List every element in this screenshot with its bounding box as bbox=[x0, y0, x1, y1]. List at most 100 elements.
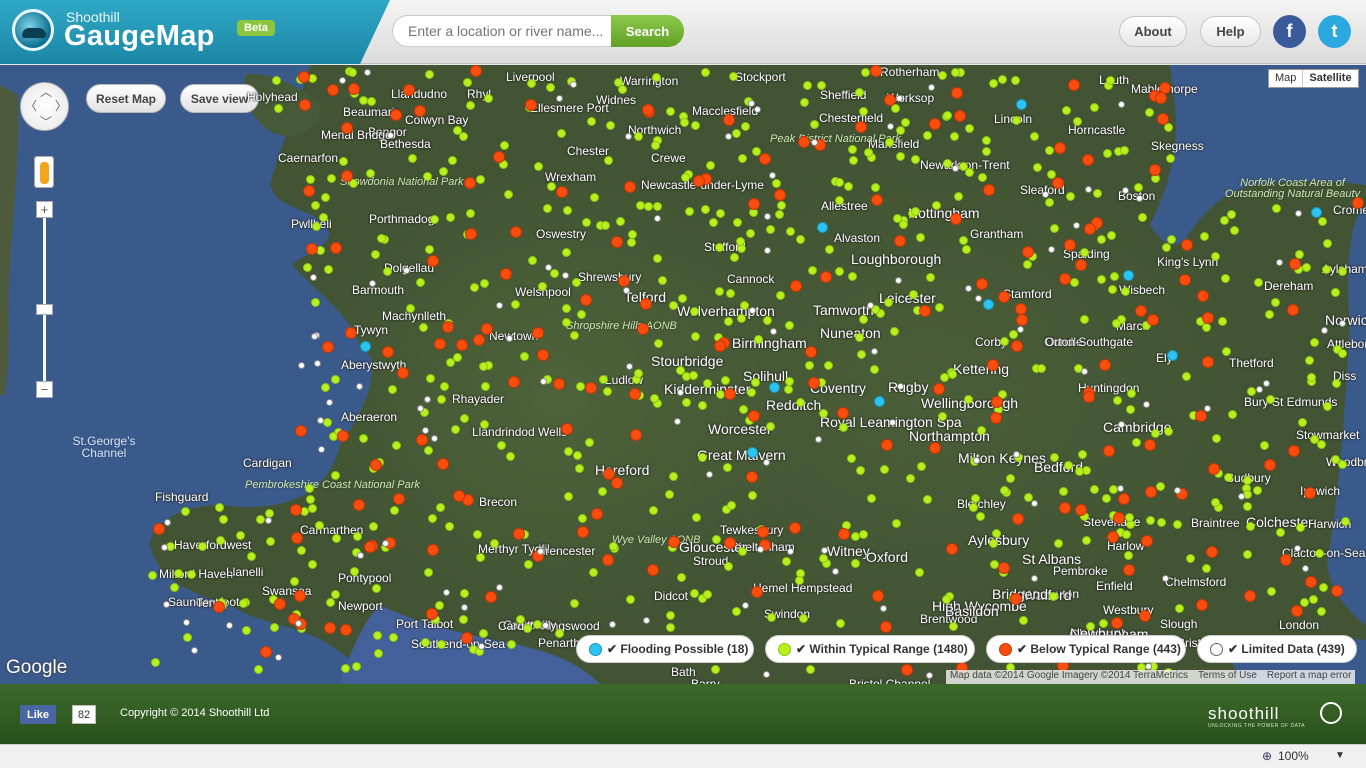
gauge-marker-white[interactable] bbox=[163, 601, 170, 608]
gauge-marker-orange[interactable] bbox=[1280, 554, 1292, 566]
gauge-marker-white[interactable] bbox=[357, 552, 364, 559]
gauge-marker-green[interactable] bbox=[174, 569, 183, 578]
gauge-marker-green[interactable] bbox=[1045, 146, 1054, 155]
street-view-pegman-icon[interactable] bbox=[34, 156, 54, 188]
gauge-marker-green[interactable] bbox=[557, 129, 566, 138]
gauge-marker-green[interactable] bbox=[685, 207, 694, 216]
gauge-marker-white[interactable] bbox=[1339, 320, 1346, 327]
gauge-marker-green[interactable] bbox=[332, 534, 341, 543]
gauge-marker-green[interactable] bbox=[689, 371, 698, 380]
gauge-marker-green[interactable] bbox=[737, 314, 746, 323]
gauge-marker-orange[interactable] bbox=[290, 504, 302, 516]
gauge-marker-white[interactable] bbox=[298, 362, 305, 369]
gauge-marker-green[interactable] bbox=[609, 542, 618, 551]
gauge-marker-white[interactable] bbox=[417, 405, 424, 412]
gauge-marker-white[interactable] bbox=[871, 348, 878, 355]
gauge-marker-green[interactable] bbox=[266, 537, 275, 546]
gauge-marker-green[interactable] bbox=[148, 571, 157, 580]
gauge-marker-green[interactable] bbox=[219, 515, 228, 524]
gauge-marker-white[interactable] bbox=[364, 69, 371, 76]
gauge-marker-green[interactable] bbox=[746, 229, 755, 238]
gauge-marker-orange[interactable] bbox=[337, 430, 349, 442]
gauge-marker-green[interactable] bbox=[1093, 189, 1102, 198]
gauge-marker-green[interactable] bbox=[890, 327, 899, 336]
gauge-marker-orange[interactable] bbox=[790, 280, 802, 292]
gauge-marker-orange[interactable] bbox=[870, 65, 882, 77]
gauge-marker-green[interactable] bbox=[777, 201, 786, 210]
gauge-marker-green[interactable] bbox=[748, 491, 757, 500]
gauge-marker-orange[interactable] bbox=[470, 65, 482, 77]
gauge-marker-green[interactable] bbox=[479, 629, 488, 638]
gauge-marker-orange[interactable] bbox=[1288, 445, 1300, 457]
gauge-marker-white[interactable] bbox=[897, 383, 904, 390]
gauge-marker-green[interactable] bbox=[799, 614, 808, 623]
gauge-marker-green[interactable] bbox=[470, 283, 479, 292]
legend-below-typical-range[interactable]: ✔ Below Typical Range (443) bbox=[986, 635, 1186, 663]
gauge-marker-orange[interactable] bbox=[1010, 593, 1022, 605]
gauge-marker-white[interactable] bbox=[295, 620, 302, 627]
gauge-marker-green[interactable] bbox=[341, 664, 350, 673]
gauge-marker-green[interactable] bbox=[480, 420, 489, 429]
gauge-marker-green[interactable] bbox=[599, 375, 608, 384]
gauge-marker-white[interactable] bbox=[626, 363, 633, 370]
gauge-marker-green[interactable] bbox=[524, 560, 533, 569]
gauge-marker-green[interactable] bbox=[1019, 616, 1028, 625]
gauge-marker-green[interactable] bbox=[766, 225, 775, 234]
gauge-marker-green[interactable] bbox=[306, 175, 315, 184]
gauge-marker-green[interactable] bbox=[880, 465, 889, 474]
gauge-marker-orange[interactable] bbox=[303, 185, 315, 197]
gauge-marker-green[interactable] bbox=[677, 573, 686, 582]
gauge-marker-green[interactable] bbox=[627, 238, 636, 247]
gauge-marker-green[interactable] bbox=[473, 530, 482, 539]
search-button[interactable]: Search bbox=[611, 15, 684, 47]
gauge-marker-white[interactable] bbox=[191, 647, 198, 654]
gauge-marker-green[interactable] bbox=[730, 253, 739, 262]
gauge-marker-orange[interactable] bbox=[1059, 502, 1071, 514]
gauge-marker-green[interactable] bbox=[1113, 396, 1122, 405]
gauge-marker-white[interactable] bbox=[1145, 663, 1152, 670]
gauge-marker-orange[interactable] bbox=[1289, 258, 1301, 270]
gauge-marker-orange[interactable] bbox=[324, 622, 336, 634]
gauge-marker-green[interactable] bbox=[1045, 198, 1054, 207]
gauge-marker-green[interactable] bbox=[1049, 592, 1058, 601]
gauge-marker-green[interactable] bbox=[1000, 486, 1009, 495]
gauge-marker-white[interactable] bbox=[1174, 487, 1181, 494]
gauge-marker-green[interactable] bbox=[835, 178, 844, 187]
gauge-marker-orange[interactable] bbox=[1103, 445, 1115, 457]
gauge-marker-white[interactable] bbox=[764, 213, 771, 220]
gauge-marker-white[interactable] bbox=[1204, 405, 1211, 412]
gauge-marker-white[interactable] bbox=[1295, 210, 1302, 217]
gauge-marker-white[interactable] bbox=[815, 436, 822, 443]
about-button[interactable]: About bbox=[1119, 16, 1187, 47]
gauge-marker-white[interactable] bbox=[339, 77, 346, 84]
gauge-marker-orange[interactable] bbox=[1135, 305, 1147, 317]
gauge-marker-orange[interactable] bbox=[341, 170, 353, 182]
gauge-marker-orange[interactable] bbox=[640, 298, 652, 310]
map-type-satellite-button[interactable]: Satellite bbox=[1302, 70, 1357, 87]
gauge-marker-orange[interactable] bbox=[1181, 239, 1193, 251]
gauge-marker-white[interactable] bbox=[623, 287, 630, 294]
gauge-marker-orange[interactable] bbox=[1139, 610, 1151, 622]
gauge-marker-green[interactable] bbox=[383, 267, 392, 276]
gauge-marker-orange[interactable] bbox=[481, 323, 493, 335]
gauge-marker-green[interactable] bbox=[721, 376, 730, 385]
gauge-marker-green[interactable] bbox=[651, 141, 660, 150]
gauge-marker-green[interactable] bbox=[977, 426, 986, 435]
gauge-marker-green[interactable] bbox=[859, 315, 868, 324]
gauge-marker-green[interactable] bbox=[339, 157, 348, 166]
gauge-marker-green[interactable] bbox=[855, 333, 864, 342]
gauge-marker-white[interactable] bbox=[226, 622, 233, 629]
gauge-marker-green[interactable] bbox=[369, 522, 378, 531]
gauge-marker-green[interactable] bbox=[666, 611, 675, 620]
gauge-marker-green[interactable] bbox=[476, 175, 485, 184]
gauge-marker-green[interactable] bbox=[585, 438, 594, 447]
gauge-marker-green[interactable] bbox=[371, 250, 380, 259]
gauge-marker-green[interactable] bbox=[703, 379, 712, 388]
gauge-marker-green[interactable] bbox=[989, 539, 998, 548]
gauge-marker-orange[interactable] bbox=[1118, 493, 1130, 505]
gauge-marker-green[interactable] bbox=[676, 366, 685, 375]
gauge-marker-green[interactable] bbox=[680, 118, 689, 127]
gauge-marker-orange[interactable] bbox=[153, 523, 165, 535]
gauge-marker-orange[interactable] bbox=[403, 84, 415, 96]
gauge-marker-green[interactable] bbox=[183, 633, 192, 642]
